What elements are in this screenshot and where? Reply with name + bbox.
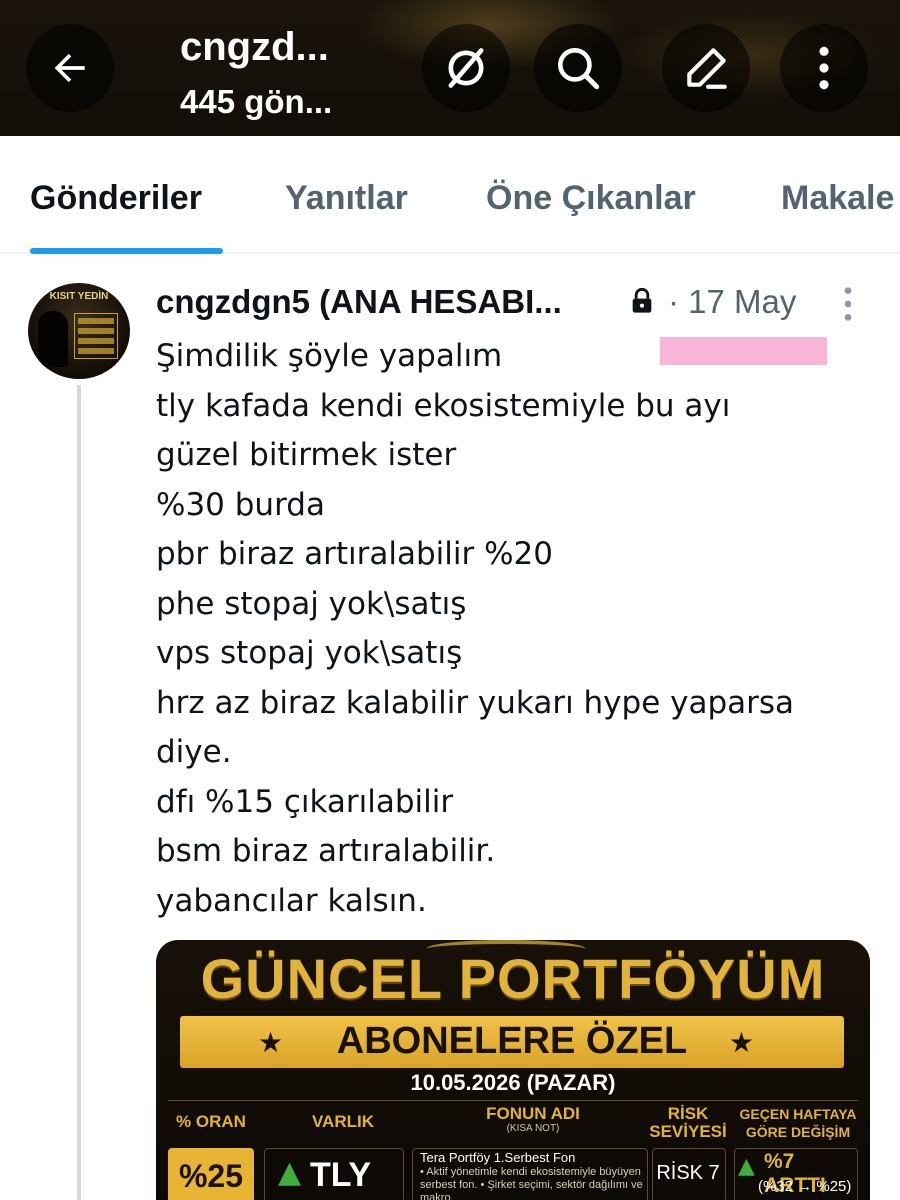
post-line: vps stopaj yok\satış [156,635,463,671]
column-header-risk: RİSK [667,1104,709,1123]
post-more-icon[interactable] [836,284,860,324]
profile-header: cngzd... 445 gön... [0,0,900,136]
avatar-figure [38,311,68,367]
back-arrow-icon [54,53,85,83]
image-date: 10.05.2026 (PAZAR) [410,1070,616,1095]
post-line: hrz az biraz kalabilir yukarı hype yapar… [156,684,795,721]
asset-ticker: TLY [310,1156,372,1194]
table-row: %25 ▲ TLY Tera Portföy 1.Serbest Fon • A… [168,1146,858,1200]
post-line: bsm biraz artıralabilir. [156,833,496,869]
post-line: dfı %15 çıkarılabilir [156,783,454,820]
search-button[interactable] [534,24,622,112]
image-title: GÜNCEL PORTFÖYÜM [200,947,826,1010]
fund-description: • Aktif yönetimle kendi ekosistemiyle bü… [420,1166,643,1200]
post-count: 445 gön... [180,83,333,120]
allocation-percent: %25 [168,1148,254,1200]
tab-articles[interactable]: Makale [781,176,894,220]
column-header-change-2: GÖRE DEĞİŞİM [745,1124,851,1140]
column-header-fund: FONUN ADI [486,1104,580,1123]
column-header: GEÇEN HAFTAYA GÖRE DEĞİŞİM [738,1105,858,1141]
avatar-text: KISIT YEDİN [49,291,109,302]
post-line: Şimdilik şöyle yapalım [156,338,503,374]
column-header-change: GEÇEN HAFTAYA [739,1106,857,1122]
post-line: %30 burda [156,486,325,523]
tab-highlights[interactable]: Öne Çıkanlar [486,176,696,220]
arrow-up-icon: ▲ [738,1154,755,1179]
risk-level: RİSK 7 [656,1162,720,1184]
post-date[interactable]: · 17 May [668,282,796,322]
post-image[interactable]: GÜNCEL PORTFÖYÜM ★ ABONELERE ÖZEL ★ 10.0… [156,940,870,1200]
avatar[interactable]: KISIT YEDİN [28,283,130,379]
post-line: yabancılar kalsın. [156,882,427,919]
more-options-button[interactable] [780,24,868,112]
column-header: % ORAN [176,1112,246,1131]
thread-line [77,385,81,1200]
post-line: diye. [156,734,232,770]
column-header-fund-note: (KISA NOT) [506,1123,560,1134]
post-line: pbr biraz artıralabilir %20 [156,536,553,572]
weekly-change-detail: (%32 → %25) [758,1178,852,1195]
more-vertical-icon [819,46,829,90]
post-line: phe stopaj yok\satış [156,585,467,622]
tab-replies[interactable]: Yanıtlar [285,176,408,220]
back-button[interactable] [26,24,114,112]
search-icon [558,48,600,90]
no-sign-icon [448,48,484,88]
column-header: RİSK SEVİYESİ [648,1105,728,1141]
table-header: % ORAN VARLIK FONUN ADI (KISA NOT) RİSK … [168,1100,858,1144]
image-banner: ★ ABONELERE ÖZEL ★ [180,1016,844,1068]
edit-button[interactable] [662,24,750,112]
mute-button[interactable] [422,24,510,112]
avatar-panel [74,313,118,359]
profile-name: cngzd... [180,25,329,69]
active-tab-indicator [30,248,223,254]
post-text: Şimdilik şöyle yapalım tly kafada kendi … [156,332,876,926]
arrow-up-icon: ▲ [278,1155,302,1190]
tab-posts[interactable]: Gönderiler [30,176,202,220]
author-name[interactable]: cngzdgn5 (ANA HESABI... [156,282,562,322]
edit-icon [687,48,727,89]
column-header-risk-level: SEVİYESİ [649,1122,727,1141]
column-header: FONUN ADI (KISA NOT) [418,1105,648,1135]
star-icon: ★ [728,1026,754,1059]
column-header: VARLIK [311,1112,374,1131]
post-line: güzel bitirmek ister [156,437,457,473]
lock-icon [632,287,652,313]
fund-name: Tera Portföy 1.Serbest Fon [420,1150,576,1165]
post-line: tly kafada kendi ekosistemiyle bu ayı [156,387,731,424]
profile-tabs: Gönderiler Yanıtlar Öne Çıkanlar Makale [0,136,900,254]
